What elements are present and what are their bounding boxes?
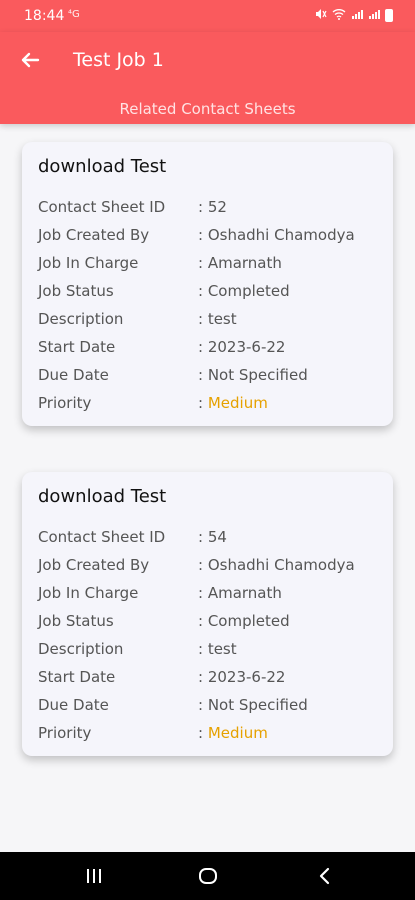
row-value: : Oshadhi Chamodya	[198, 556, 355, 574]
row-label: Priority	[38, 394, 92, 412]
row-label: Due Date	[38, 366, 109, 384]
row-label: Job In Charge	[38, 254, 139, 272]
status-bar: 18:44 ⁴G	[0, 0, 415, 32]
mute-icon	[315, 8, 327, 23]
row-value: :	[198, 394, 208, 412]
info-row: Job Created By : Oshadhi Chamodya	[38, 226, 388, 250]
row-label: Description	[38, 640, 124, 658]
nav-back-button[interactable]	[313, 864, 337, 888]
info-row: Job Created By : Oshadhi Chamodya	[38, 556, 388, 580]
row-label: Job In Charge	[38, 584, 139, 602]
row-value: : Amarnath	[198, 584, 282, 602]
row-value: : 2023-6-22	[198, 668, 286, 686]
row-label: Contact Sheet ID	[38, 528, 166, 546]
row-label: Start Date	[38, 338, 116, 356]
status-icons	[315, 8, 393, 23]
row-value: : test	[198, 640, 237, 658]
system-nav-bar	[0, 852, 415, 900]
row-label: Due Date	[38, 696, 109, 714]
info-row: Priority: Medium	[38, 724, 388, 748]
row-value: :	[198, 724, 208, 742]
row-value: : Completed	[198, 282, 290, 300]
info-row: Job In Charge : Amarnath	[38, 584, 388, 608]
home-button[interactable]	[196, 864, 220, 888]
row-value: : Oshadhi Chamodya	[198, 226, 355, 244]
signal-icon	[368, 8, 380, 23]
row-label: Priority	[38, 724, 92, 742]
info-row: Start Date : 2023-6-22	[38, 338, 388, 362]
row-value: : 52	[198, 198, 227, 216]
row-label: Job Created By	[38, 556, 150, 574]
info-row: Start Date : 2023-6-22	[38, 668, 388, 692]
info-row: Job Status : Completed	[38, 282, 388, 306]
back-button[interactable]	[16, 46, 44, 74]
priority-badge: Medium	[207, 394, 268, 412]
row-value: : Not Specified	[198, 696, 308, 714]
info-row: Contact Sheet ID : 54	[38, 528, 388, 552]
row-label: Start Date	[38, 668, 116, 686]
app-bar: Test Job 1 Related Contact Sheets	[0, 32, 415, 124]
recents-icon	[87, 869, 101, 883]
row-value: : Not Specified	[198, 366, 308, 384]
row-label: Job Status	[38, 282, 114, 300]
battery-icon	[385, 9, 393, 22]
chevron-left-icon	[319, 867, 330, 885]
info-row: Job In Charge : Amarnath	[38, 254, 388, 278]
page-title: Test Job 1	[73, 49, 164, 71]
recents-button[interactable]	[82, 864, 106, 888]
info-row: Description : test	[38, 310, 388, 334]
section-subtitle: Related Contact Sheets	[119, 100, 296, 118]
contact-sheet-card[interactable]: download Test Contact Sheet ID : 54 Job C…	[22, 472, 393, 756]
row-label: Description	[38, 310, 124, 328]
info-row: Priority: Medium	[38, 394, 388, 418]
row-value: : Amarnath	[198, 254, 282, 272]
info-row: Due Date : Not Specified	[38, 696, 388, 720]
signal-icon	[351, 8, 363, 23]
row-value: : test	[198, 310, 237, 328]
status-time: 18:44	[24, 8, 65, 24]
card-title: download Test	[38, 156, 167, 177]
row-value: : 2023-6-22	[198, 338, 286, 356]
row-value: : 54	[198, 528, 227, 546]
priority-badge: Medium	[207, 724, 268, 742]
arrow-left-icon	[21, 52, 40, 68]
card-title: download Test	[38, 486, 167, 507]
info-row: Due Date : Not Specified	[38, 366, 388, 390]
contact-sheet-card[interactable]: download Test Contact Sheet ID : 52 Job C…	[22, 142, 393, 426]
row-label: Job Status	[38, 612, 114, 630]
info-row: Contact Sheet ID : 52	[38, 198, 388, 222]
wifi-icon	[332, 8, 346, 23]
row-value: : Completed	[198, 612, 290, 630]
row-label: Job Created By	[38, 226, 150, 244]
network-type-indicator: ⁴G	[68, 9, 80, 20]
home-icon	[199, 868, 217, 884]
info-row: Job Status : Completed	[38, 612, 388, 636]
row-label: Contact Sheet ID	[38, 198, 166, 216]
info-row: Description : test	[38, 640, 388, 664]
